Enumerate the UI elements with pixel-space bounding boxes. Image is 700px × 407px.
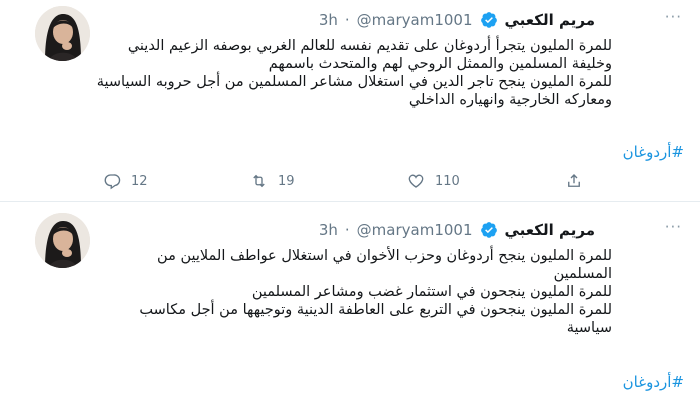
display-name[interactable]: مريم الكعبي (505, 221, 596, 239)
tweet-text-line: للمرة المليون ينجح أردوغان وحزب الأخوان … (157, 248, 612, 264)
like-count: 110 (435, 173, 460, 189)
tweet-text-line: وخليفة المسلمين والممثل الروحي لهم والمت… (268, 56, 612, 72)
verified-badge-icon (480, 222, 497, 238)
reply-count: 12 (131, 173, 148, 189)
tweet-time[interactable]: 3h (319, 11, 338, 29)
share-button[interactable] (565, 172, 583, 190)
tweet-text-line: المسلمين (553, 266, 612, 282)
tweet-feed: 3h · @maryam1001 مريم الكعبي ··· للمرة ا… (0, 0, 700, 407)
retweet-icon (253, 174, 265, 188)
verified-badge-icon (480, 12, 497, 28)
heart-icon (408, 174, 424, 188)
tweet-text-line: للمرة المليون يتجرأ أردوغان على تقديم نف… (127, 38, 612, 54)
tweet-text-line: سياسية (566, 320, 612, 336)
retweet-count: 19 (278, 173, 295, 189)
separator-dot: · (344, 11, 350, 29)
tweet[interactable]: 3h · @maryam1001 مريم الكعبي ··· للمرة ا… (0, 0, 700, 202)
tweet-text-line: للمرة المليون ينجحون في استثمار غضب ومشا… (251, 284, 612, 300)
username[interactable]: @maryam1001 (357, 221, 473, 239)
username[interactable]: @maryam1001 (357, 11, 473, 29)
share-icon (568, 174, 580, 187)
more-options-icon[interactable]: ··· (665, 8, 682, 26)
tweet-text-line: للمرة المليون ينجحون في التربع على العاط… (139, 302, 612, 318)
tweet-time[interactable]: 3h (319, 221, 338, 239)
more-options-icon[interactable]: ··· (665, 218, 682, 236)
tweet-text-line: ومعاركه الخارجية وانهياره الداخلي (408, 92, 612, 108)
tweet-text-line: للمرة المليون ينجح تاجر الدين في استغلال… (96, 74, 612, 90)
hashtag-link[interactable]: #أردوغان (623, 143, 684, 161)
display-name[interactable]: مريم الكعبي (505, 11, 596, 29)
tweet-header: 3h · @maryam1001 مريم الكعبي (319, 9, 595, 31)
reply-button[interactable]: 12 (103, 172, 148, 190)
reply-icon (104, 174, 121, 190)
separator-dot: · (344, 221, 350, 239)
tweet-text: للمرة المليون يتجرأ أردوغان على تقديم نف… (52, 37, 612, 109)
tweet[interactable]: 3h · @maryam1001 مريم الكعبي ··· للمرة ا… (0, 203, 700, 407)
hashtag-link[interactable]: #أردوغان (623, 373, 684, 391)
tweet-header: 3h · @maryam1001 مريم الكعبي (319, 219, 595, 241)
like-button[interactable]: 110 (407, 172, 460, 190)
tweet-actions: 12 19 110 (95, 172, 635, 198)
tweet-text: للمرة المليون ينجح أردوغان وحزب الأخوان … (52, 247, 612, 337)
retweet-button[interactable]: 19 (250, 172, 295, 190)
